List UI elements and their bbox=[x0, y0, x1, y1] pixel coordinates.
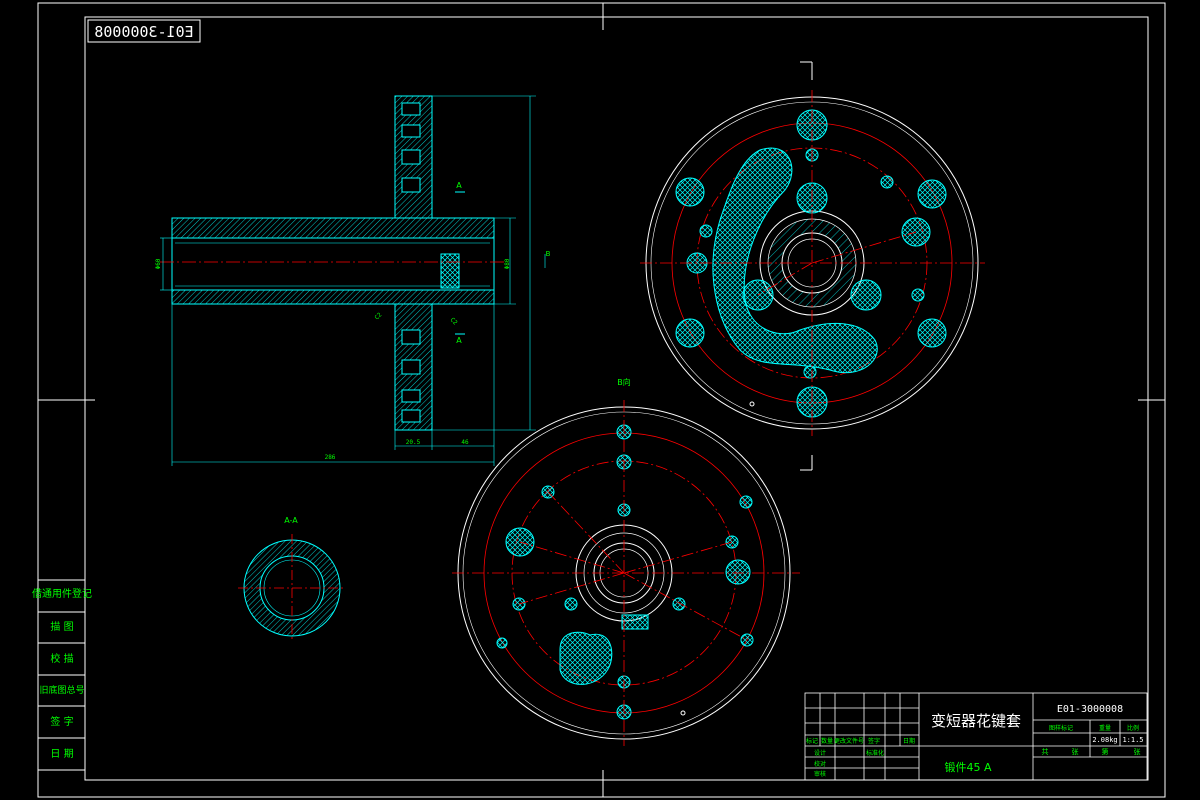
title-block: 标记 数量 更改文件号 签字 日期 设计 校对 审核 工艺 标准化 变短器花键套… bbox=[804, 692, 1148, 781]
left-row-2: 校 描 bbox=[50, 652, 73, 665]
tb-header-0: 标记 bbox=[806, 737, 818, 745]
tb-sheet-0: 共 bbox=[1042, 747, 1049, 756]
section-aa-view: A-A bbox=[238, 516, 346, 642]
drawing-scale: 1:1.5 bbox=[1122, 736, 1143, 744]
tube-wall-top bbox=[171, 217, 495, 239]
face-view-top bbox=[640, 61, 985, 471]
tube-wall-bottom bbox=[171, 289, 495, 305]
tb-role-right-0: 标准化 bbox=[866, 749, 884, 757]
dim-overall-length: 286 bbox=[325, 454, 336, 461]
section-aa-title: A-A bbox=[284, 516, 298, 525]
drawing-canvas: E01-3000008 286 20.5 46 Φ60 Φ80 A A B C2… bbox=[32, 2, 1166, 798]
dim-bore-diameter: Φ60 bbox=[155, 258, 162, 269]
sheet-border bbox=[37, 2, 1166, 798]
pocket-bottom bbox=[559, 631, 613, 685]
left-row-0: 借通用件登记 bbox=[32, 587, 92, 600]
tb-role-2: 审核 bbox=[814, 770, 826, 778]
drawing-weight: 2.08kg bbox=[1092, 736, 1117, 744]
tb-header-3: 签字 bbox=[868, 737, 880, 745]
mirrored-drawing-number: E01-3000008 bbox=[94, 23, 193, 41]
tb-sheet-3: 张 bbox=[1134, 747, 1141, 756]
dim-flange-offset: 46 bbox=[461, 439, 469, 446]
section-label-b: B bbox=[546, 250, 551, 258]
left-row-5: 日 期 bbox=[50, 748, 73, 760]
left-margin-table: 借通用件登记 描 图 校 描 旧底图总号 签 字 日 期 bbox=[32, 579, 92, 771]
svg-text:C2: C2 bbox=[449, 316, 459, 326]
left-row-3: 旧底图总号 bbox=[39, 684, 84, 696]
drawing-number: E01-3000008 bbox=[1057, 704, 1123, 715]
tb-sheet-1: 张 bbox=[1072, 747, 1079, 756]
tb-info-0: 图样标记 bbox=[1049, 724, 1073, 732]
drawing-title: 变短器花键套 bbox=[931, 712, 1021, 730]
tb-header-2: 更改文件号 bbox=[834, 737, 864, 745]
section-label-a-top: A bbox=[456, 181, 462, 190]
tb-header-4: 日期 bbox=[903, 737, 915, 745]
face-view-bottom: B向 bbox=[452, 377, 800, 746]
tb-role-0: 设计 bbox=[814, 749, 826, 757]
tb-role-1: 校对 bbox=[814, 760, 826, 768]
left-row-4: 签 字 bbox=[50, 715, 73, 728]
tb-info-2: 比例 bbox=[1127, 724, 1139, 732]
dim-flange-thickness: 20.5 bbox=[406, 439, 421, 446]
dim-hub-diameter: Φ80 bbox=[504, 258, 511, 269]
svg-text:C2: C2 bbox=[373, 311, 383, 321]
left-row-1: 描 图 bbox=[50, 620, 73, 633]
drawing-material: 锻件45 A bbox=[944, 760, 991, 774]
mirrored-number-box: E01-3000008 bbox=[87, 19, 201, 43]
view-b-title: B向 bbox=[617, 377, 631, 387]
front-section-view: 286 20.5 46 Φ60 Φ80 A A B C2 C2 bbox=[155, 95, 551, 466]
section-label-a-bottom: A bbox=[456, 336, 462, 345]
tb-info-1: 重量 bbox=[1099, 724, 1111, 732]
tb-sheet-2: 第 bbox=[1102, 747, 1109, 756]
tb-header-1: 数量 bbox=[821, 737, 833, 745]
